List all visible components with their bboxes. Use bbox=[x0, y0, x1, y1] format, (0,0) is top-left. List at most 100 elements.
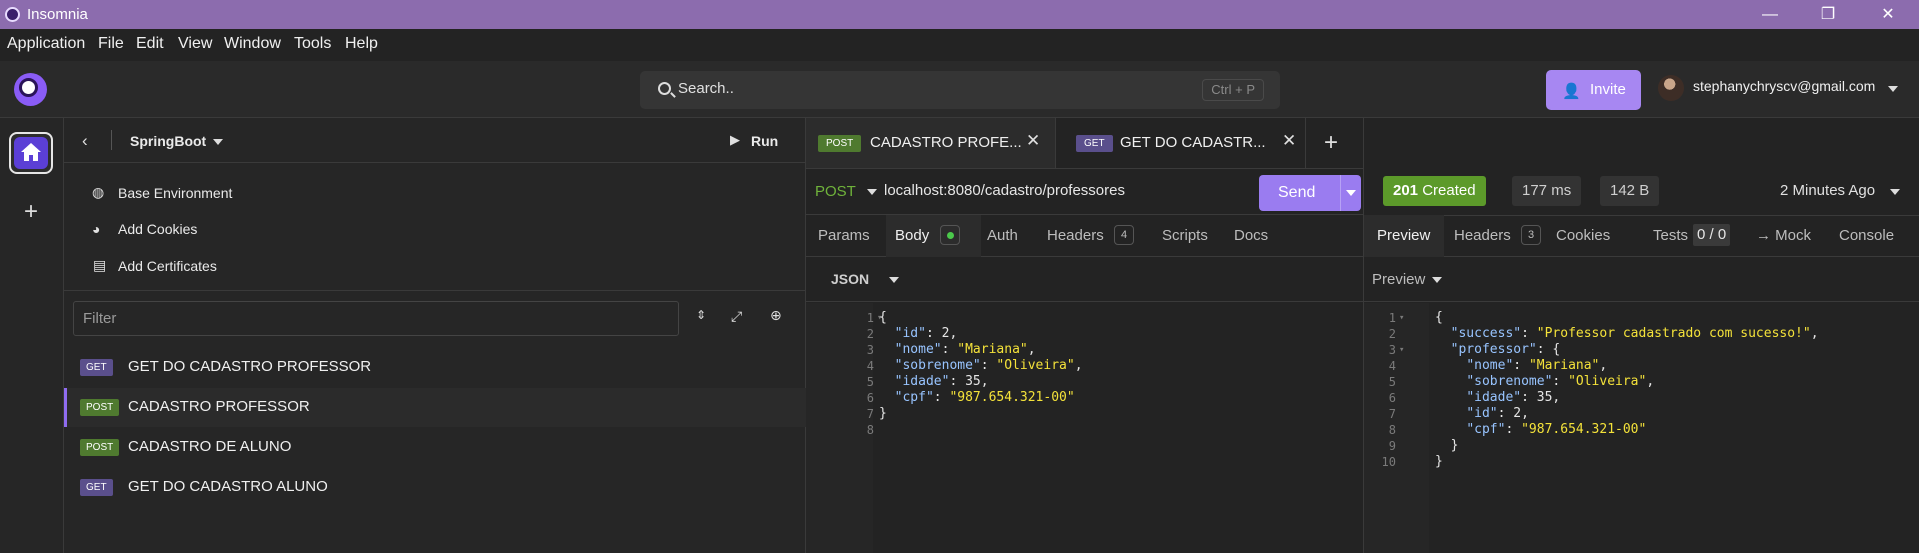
globe-icon: ◍ bbox=[92, 184, 105, 200]
body-format-bar: JSON bbox=[806, 257, 1364, 302]
base-environment-item[interactable]: Base Environment bbox=[118, 185, 232, 201]
request-name: GET DO CADASTRO ALUNO bbox=[128, 478, 328, 495]
project-dropdown-icon[interactable] bbox=[213, 139, 223, 145]
line-number: 3 bbox=[1388, 343, 1396, 357]
code-line: "id": 2, bbox=[894, 326, 958, 341]
sidebar: ‹ SpringBoot ▶ Run ◍ Base Environment ◕ … bbox=[64, 118, 806, 553]
tab-label: CADASTRO PROFE... bbox=[870, 134, 1022, 151]
play-icon[interactable]: ▶ bbox=[730, 132, 740, 148]
chevron-down-icon[interactable] bbox=[1888, 86, 1898, 92]
tab-console[interactable]: Console bbox=[1839, 227, 1894, 244]
add-circle-icon[interactable]: ⊕ bbox=[770, 307, 782, 324]
line-number: 4 bbox=[1388, 359, 1396, 373]
format-dropdown-icon[interactable] bbox=[889, 277, 899, 283]
line-number: 9 bbox=[1388, 439, 1396, 453]
line-number: 5 bbox=[1388, 375, 1396, 389]
request-item-active[interactable]: POST CADASTRO PROFESSOR bbox=[64, 388, 806, 427]
home-button[interactable] bbox=[9, 132, 53, 174]
code-line: { bbox=[879, 310, 887, 325]
line-number: 6 bbox=[866, 391, 874, 405]
restore-button[interactable]: ❐ bbox=[1805, 2, 1851, 27]
request-pane: POST CADASTRO PROFE... ✕ GET GET DO CADA… bbox=[806, 118, 1364, 553]
sort-icon[interactable]: ⇕ bbox=[696, 308, 706, 322]
menu-edit[interactable]: Edit bbox=[136, 35, 164, 53]
request-item[interactable]: GET GET DO CADASTRO PROFESSOR bbox=[64, 348, 806, 387]
filter-input[interactable]: Filter bbox=[73, 301, 679, 336]
title-bar: Insomnia — ❐ ✕ bbox=[0, 0, 1919, 29]
url-input[interactable]: localhost:8080/cadastro/professores bbox=[884, 182, 1125, 199]
method-dropdown-icon[interactable] bbox=[867, 189, 877, 195]
tab-response-headers[interactable]: Headers bbox=[1454, 227, 1511, 244]
tab-docs[interactable]: Docs bbox=[1234, 227, 1268, 244]
certificate-icon: ▤ bbox=[93, 257, 107, 273]
run-button[interactable]: Run bbox=[751, 133, 778, 149]
tab-body[interactable]: Body bbox=[895, 227, 929, 244]
line-number: 1 bbox=[1388, 311, 1396, 325]
menu-file[interactable]: File bbox=[98, 35, 124, 53]
add-project-icon[interactable]: + bbox=[24, 198, 38, 226]
preview-dropdown-icon[interactable] bbox=[1432, 277, 1442, 283]
tab-params[interactable]: Params bbox=[818, 227, 870, 244]
avatar[interactable] bbox=[1658, 75, 1684, 101]
get-badge: GET bbox=[1076, 135, 1113, 152]
preview-mode-select[interactable]: Preview bbox=[1372, 271, 1425, 288]
tab-preview[interactable]: Preview bbox=[1377, 227, 1430, 244]
divider bbox=[111, 130, 112, 150]
close-icon[interactable]: ✕ bbox=[1282, 131, 1296, 151]
tab-tests[interactable]: Tests bbox=[1653, 227, 1688, 244]
code-line: "idade": 35, bbox=[1466, 390, 1561, 405]
new-tab-icon[interactable]: + bbox=[1324, 129, 1338, 157]
menu-tools[interactable]: Tools bbox=[294, 35, 331, 53]
response-headers-count: 3 bbox=[1521, 225, 1541, 245]
chevron-left-icon[interactable]: ‹ bbox=[82, 131, 88, 151]
expand-icon[interactable]: ⤢ bbox=[731, 308, 742, 325]
fold-icon[interactable]: ▾ bbox=[1399, 313, 1404, 323]
request-item[interactable]: POST CADASTRO DE ALUNO bbox=[64, 428, 806, 467]
insomnia-logo[interactable] bbox=[14, 73, 47, 106]
tab-cadastro-professor[interactable]: POST CADASTRO PROFE... ✕ bbox=[806, 118, 1056, 168]
response-size: 142 B bbox=[1600, 176, 1660, 206]
tab-headers[interactable]: Headers bbox=[1047, 227, 1104, 244]
tab-cookies[interactable]: Cookies bbox=[1556, 227, 1610, 244]
project-name[interactable]: SpringBoot bbox=[130, 133, 206, 149]
request-body-editor[interactable]: 1 ▾{2 "id": 2, 3 "nome": "Mariana", 4 "sobr… bbox=[806, 303, 1364, 553]
get-badge: GET bbox=[80, 479, 113, 496]
tab-auth[interactable]: Auth bbox=[987, 227, 1018, 244]
window-title: Insomnia bbox=[27, 6, 88, 23]
send-button[interactable]: Send bbox=[1259, 175, 1361, 211]
history-dropdown-icon[interactable] bbox=[1890, 189, 1900, 195]
add-cookies-item[interactable]: Add Cookies bbox=[118, 221, 197, 237]
menu-application[interactable]: Application bbox=[7, 35, 85, 53]
menu-view[interactable]: View bbox=[178, 35, 212, 53]
line-number: 1 bbox=[866, 311, 874, 325]
close-icon[interactable]: ✕ bbox=[1026, 131, 1040, 151]
code-line: } bbox=[879, 406, 887, 421]
add-certificates-item[interactable]: Add Certificates bbox=[118, 258, 217, 274]
request-item[interactable]: GET GET DO CADASTRO ALUNO bbox=[64, 468, 806, 507]
fold-icon[interactable]: ▾ bbox=[1399, 345, 1404, 355]
response-age[interactable]: 2 Minutes Ago bbox=[1780, 182, 1875, 199]
request-subtabs: Params Body Auth Headers 4 Scripts Docs bbox=[806, 215, 1364, 257]
body-format-select[interactable]: JSON bbox=[831, 271, 869, 287]
close-window-button[interactable]: ✕ bbox=[1865, 2, 1911, 27]
code-line: "idade": 35, bbox=[894, 374, 989, 389]
line-number: 8 bbox=[866, 423, 874, 437]
post-badge: POST bbox=[80, 439, 120, 456]
tab-scripts[interactable]: Scripts bbox=[1162, 227, 1208, 244]
cookie-icon: ◕ bbox=[92, 221, 101, 237]
minimize-button[interactable]: — bbox=[1747, 2, 1793, 27]
send-dropdown-icon[interactable] bbox=[1346, 190, 1356, 196]
code-line: "cpf": "987.654.321-00" bbox=[1466, 422, 1647, 437]
menu-window[interactable]: Window bbox=[224, 35, 281, 53]
menu-help[interactable]: Help bbox=[345, 35, 378, 53]
method-select[interactable]: POST bbox=[815, 183, 856, 200]
user-email[interactable]: stephanychryscv@gmail.com bbox=[1693, 78, 1875, 94]
preview-mode-bar: Preview bbox=[1364, 257, 1919, 302]
get-badge: GET bbox=[80, 359, 113, 376]
add-user-icon: 👤 bbox=[1562, 83, 1581, 100]
search-icon bbox=[658, 82, 671, 95]
search-input[interactable]: Search.. Ctrl + P bbox=[640, 71, 1280, 109]
tab-mock[interactable]: → Mock bbox=[1756, 227, 1811, 244]
invite-button[interactable]: 👤 Invite bbox=[1546, 70, 1641, 110]
tab-get-cadastro[interactable]: GET GET DO CADASTR... ✕ bbox=[1056, 118, 1306, 168]
